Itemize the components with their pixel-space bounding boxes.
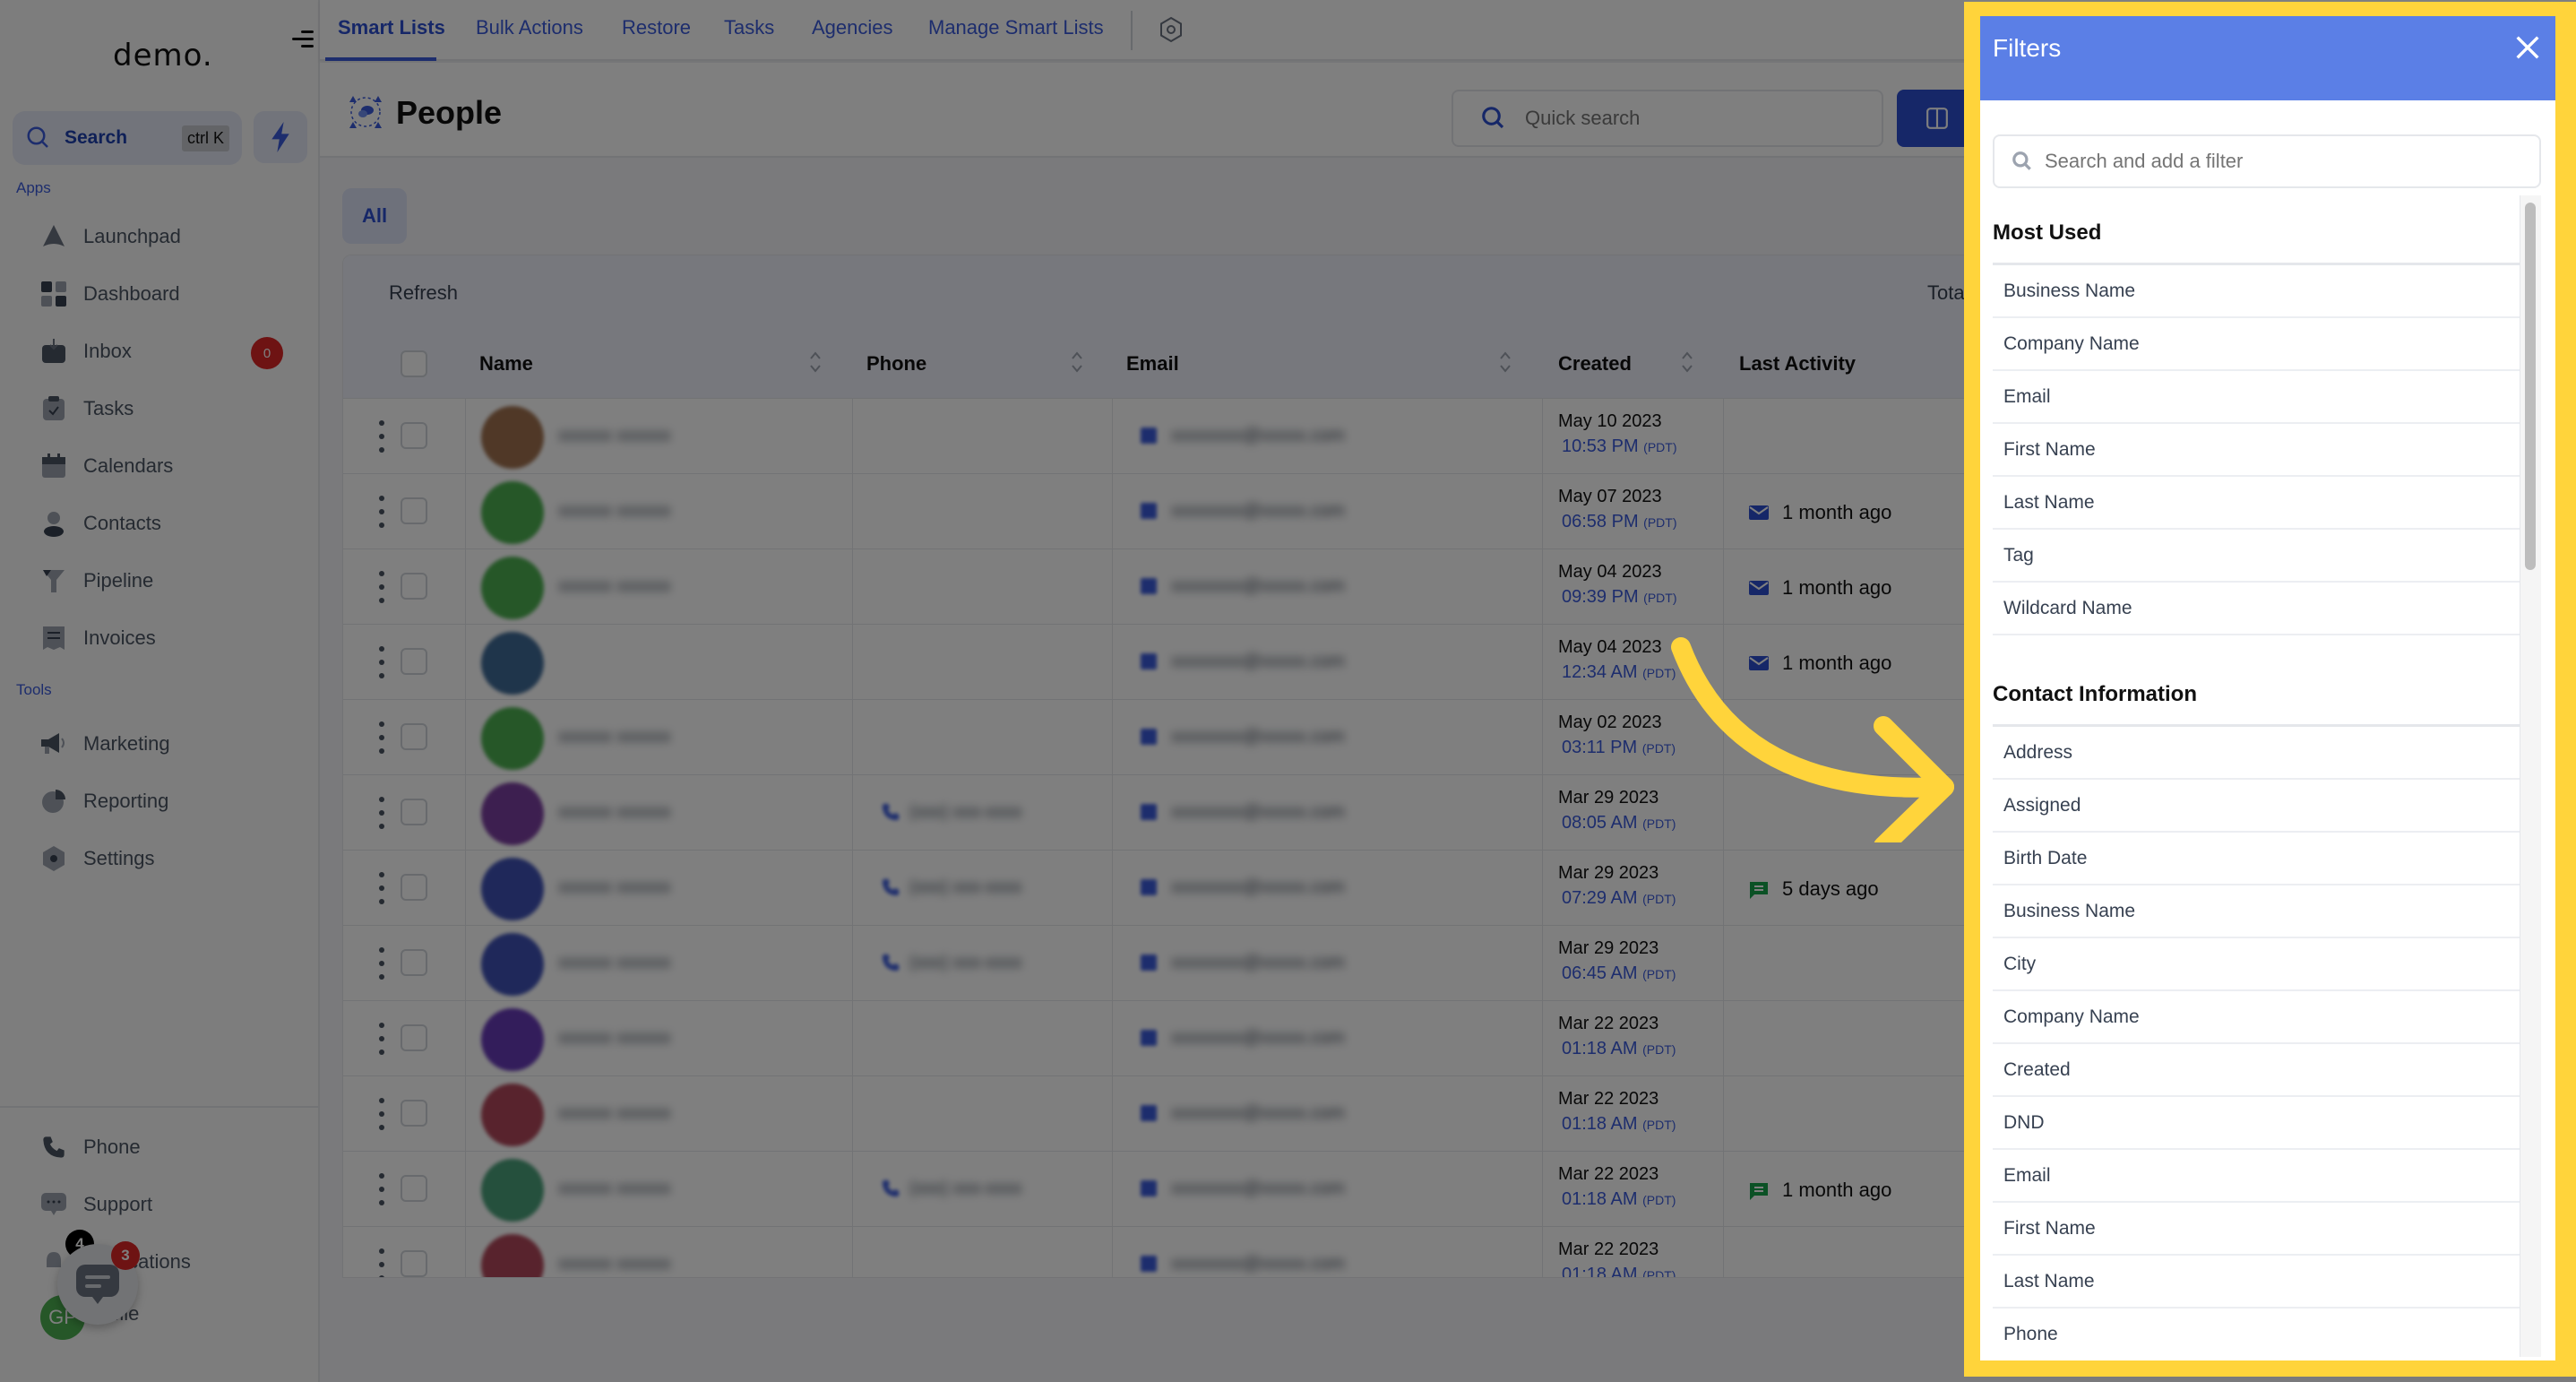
- filter-option[interactable]: Assigned: [1993, 780, 2520, 833]
- filter-option[interactable]: Company Name: [1993, 318, 2520, 371]
- filter-option[interactable]: DND: [1993, 1097, 2520, 1150]
- filter-option[interactable]: First Name: [1993, 1203, 2520, 1256]
- filter-option[interactable]: Company Name: [1993, 991, 2520, 1044]
- filter-option[interactable]: Last Name: [1993, 1256, 2520, 1309]
- annotation-arrow-icon: [1671, 637, 1954, 842]
- filter-option[interactable]: Business Name: [1993, 265, 2520, 318]
- filter-option[interactable]: Address: [1993, 727, 2520, 780]
- filter-option[interactable]: Wildcard Name: [1993, 583, 2520, 635]
- filter-option[interactable]: Business Name: [1993, 885, 2520, 938]
- search-icon: [2012, 151, 2031, 170]
- filters-panel-header: Filters: [1980, 16, 2555, 100]
- filters-panel: Filters Most UsedBusiness NameCompany Na…: [1980, 16, 2555, 1360]
- scrollbar-thumb[interactable]: [2525, 203, 2536, 570]
- filter-option[interactable]: Tag: [1993, 530, 2520, 583]
- filters-panel-title: Filters: [1993, 34, 2062, 62]
- close-icon[interactable]: [2512, 32, 2543, 63]
- filter-option[interactable]: Last Name: [1993, 477, 2520, 530]
- filter-option[interactable]: Created: [1993, 1044, 2520, 1097]
- filter-option[interactable]: Email: [1993, 1150, 2520, 1203]
- filter-option[interactable]: First Name: [1993, 424, 2520, 477]
- filter-option[interactable]: Email: [1993, 371, 2520, 424]
- filter-option[interactable]: Phone: [1993, 1309, 2520, 1357]
- filter-option[interactable]: Birth Date: [1993, 833, 2520, 885]
- filter-section-heading: Contact Information: [1993, 657, 2520, 727]
- scrollbar[interactable]: [2520, 195, 2541, 1357]
- filter-search[interactable]: [1993, 134, 2541, 188]
- filter-options-list: Most Used Business Name Company Name Email F…: [1993, 195, 2541, 1357]
- filter-option[interactable]: City: [1993, 938, 2520, 991]
- filter-section-heading: Most Used: [1993, 195, 2520, 265]
- filter-search-input[interactable]: [2045, 150, 2529, 173]
